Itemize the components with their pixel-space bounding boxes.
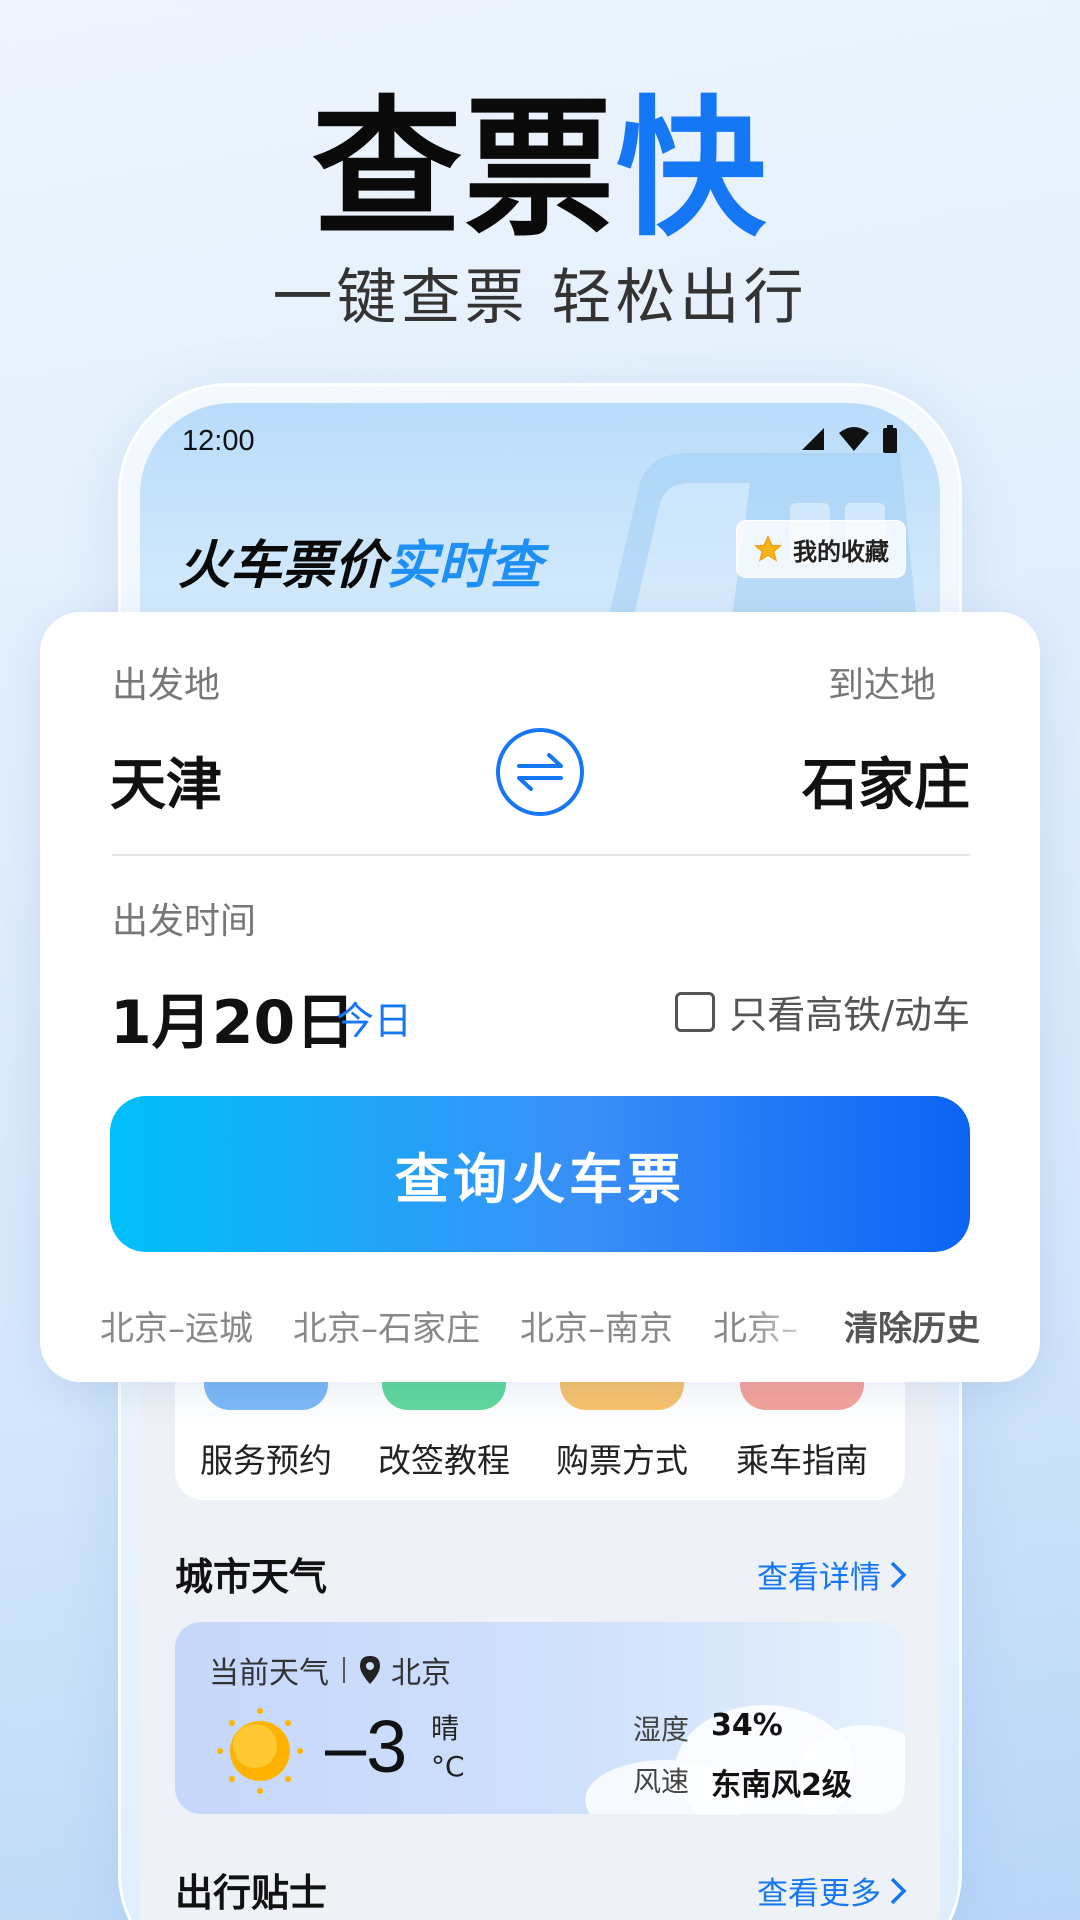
wind-label: 风速 — [633, 1765, 690, 1798]
wind-row: 风速 东南风2级 — [633, 1760, 852, 1804]
app-title-main: 火车票价 — [178, 536, 387, 596]
today-tag: 今日 — [336, 999, 413, 1043]
to-city[interactable]: 石家庄 — [802, 740, 970, 821]
divider — [343, 1657, 345, 1683]
weather-details-label: 查看详情 — [757, 1560, 881, 1596]
status-icons — [800, 425, 898, 453]
tips-more-label: 查看更多 — [757, 1876, 881, 1912]
app-title: 火车票价实时查 — [178, 523, 542, 598]
from-city[interactable]: 天津 — [110, 740, 222, 821]
hero-title-main: 查票 — [311, 83, 616, 257]
weather-header: 当前天气 北京 — [209, 1648, 451, 1692]
battery-icon — [883, 425, 897, 453]
high-speed-label: 只看高铁/动车 — [729, 993, 970, 1037]
weather-condition-block: 晴 °C — [431, 1710, 465, 1786]
high-speed-filter[interactable]: 只看高铁/动车 — [675, 984, 970, 1039]
hero-subtitle: 一键查票 轻松出行 — [272, 263, 808, 333]
humidity-row: 湿度 34% — [633, 1708, 783, 1748]
chevron-right-icon — [890, 1877, 907, 1904]
history-item[interactable]: 北京–石家庄 — [293, 1301, 480, 1350]
search-tickets-button[interactable]: 查询火车票 — [110, 1096, 970, 1252]
departure-date[interactable]: 1月20日 — [110, 974, 355, 1061]
hero-title: 查票快 — [0, 95, 1080, 245]
app-title-accent: 实时查 — [386, 536, 543, 596]
current-weather-label: 当前天气 — [209, 1656, 329, 1691]
high-speed-checkbox[interactable] — [675, 991, 716, 1032]
tips-section-title: 出行贴士 — [175, 1871, 328, 1915]
wind-value: 东南风2级 — [711, 1768, 852, 1803]
search-history: 北京–运城 北京–石家庄 北京–南京 北京– 清除历史 — [100, 1300, 980, 1350]
history-item[interactable]: 北京–运城 — [100, 1301, 253, 1350]
weather-details-link[interactable]: 查看详情 — [757, 1552, 907, 1597]
wifi-icon — [839, 427, 869, 451]
location-pin-icon — [360, 1656, 380, 1684]
weather-card[interactable]: 当前天气 北京 –3 晴 °C 湿度 34% 风速 东南风2级 — [175, 1622, 905, 1814]
weather-condition: 晴 — [431, 1712, 460, 1745]
service-label: 改签教程 — [378, 1441, 510, 1480]
status-time: 12:00 — [182, 425, 255, 457]
divider — [112, 854, 970, 856]
humidity-value: 34% — [711, 1708, 783, 1743]
favorites-button[interactable]: 我的收藏 — [736, 520, 906, 578]
favorites-label: 我的收藏 — [793, 537, 889, 566]
star-icon — [753, 534, 783, 562]
humidity-label: 湿度 — [633, 1713, 690, 1746]
chevron-right-icon — [890, 1561, 907, 1588]
date-label: 出发时间 — [112, 901, 257, 942]
swap-icon — [517, 753, 563, 791]
weather-section-title: 城市天气 — [175, 1555, 328, 1599]
service-label: 服务预约 — [200, 1441, 332, 1480]
temperature-unit: °C — [431, 1750, 465, 1783]
history-item[interactable]: 北京–南京 — [520, 1301, 673, 1350]
from-label: 出发地 — [112, 665, 221, 706]
history-list: 北京–运城 北京–石家庄 北京–南京 北京– — [100, 1301, 834, 1350]
sun-icon — [217, 1708, 303, 1794]
tips-more-link[interactable]: 查看更多 — [757, 1868, 907, 1913]
hero-title-accent: 快 — [616, 83, 769, 257]
to-label: 到达地 — [827, 665, 936, 706]
service-label: 乘车指南 — [736, 1441, 868, 1480]
weather-city: 北京 — [391, 1656, 451, 1691]
signal-icon — [802, 428, 824, 450]
search-card: 出发地 到达地 天津 石家庄 出发时间 1月20日 今日 只看高铁/动车 查询火… — [40, 612, 1040, 1382]
clear-history-button[interactable]: 清除历史 — [844, 1301, 980, 1350]
swap-cities-button[interactable] — [496, 728, 584, 816]
service-label: 购票方式 — [556, 1441, 688, 1480]
history-item[interactable]: 北京– — [713, 1301, 798, 1350]
weather-temperature: –3 — [325, 1705, 408, 1788]
